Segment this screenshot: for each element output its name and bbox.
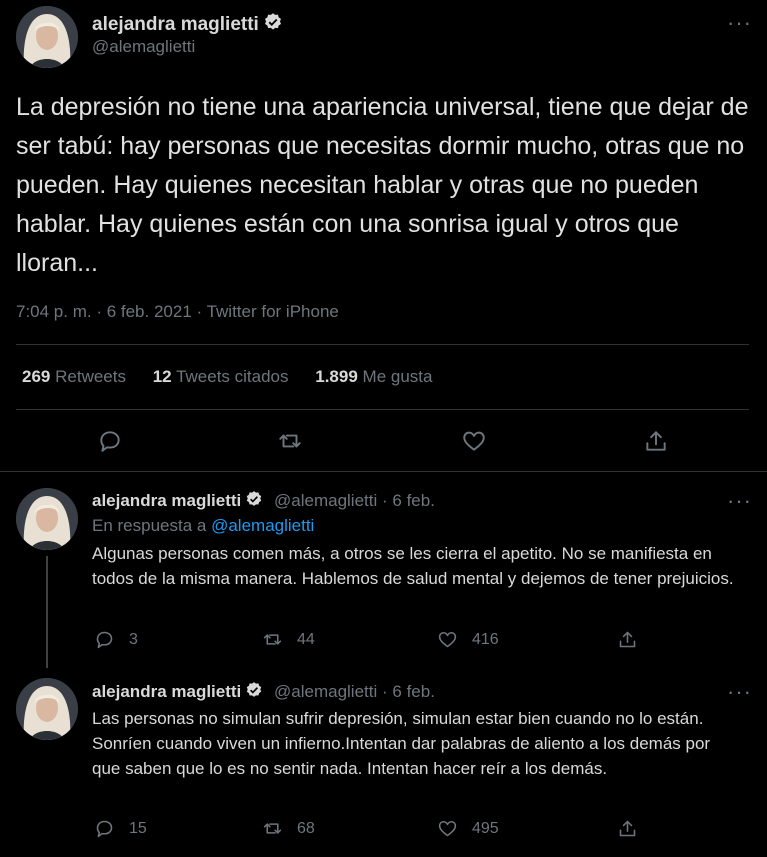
- author-handle[interactable]: @alemaglietti: [274, 491, 377, 510]
- author-handle[interactable]: @alemaglietti: [92, 37, 195, 57]
- likes-label: Me gusta: [362, 367, 433, 386]
- like-button[interactable]: 495: [437, 818, 499, 839]
- author-name-text[interactable]: alejandra maglietti: [92, 14, 259, 35]
- author-name[interactable]: alejandra maglietti: [92, 491, 241, 510]
- author-name[interactable]: alejandra maglietti: [92, 12, 283, 38]
- share-icon: [619, 820, 636, 837]
- tweet-text: La depresión no tiene una apariencia uni…: [16, 93, 749, 277]
- verified-badge-icon: [245, 490, 263, 513]
- more-options-icon[interactable]: ···: [727, 490, 752, 512]
- retweet-icon[interactable]: [277, 428, 303, 454]
- retweets-count: 269: [22, 367, 51, 386]
- heart-icon: [438, 820, 457, 837]
- replies-count: 15: [129, 819, 147, 837]
- retweets-count: 44: [297, 630, 315, 648]
- more-options-icon[interactable]: ···: [727, 12, 752, 34]
- avatar[interactable]: [16, 678, 78, 740]
- like-button[interactable]: 416: [437, 629, 499, 650]
- retweet-icon: [263, 634, 282, 645]
- quotes-label: Tweets citados: [176, 367, 289, 386]
- retweet-button[interactable]: 44: [262, 629, 315, 650]
- share-button[interactable]: [617, 629, 652, 650]
- likes-count: 416: [472, 630, 499, 648]
- likes-count: 495: [472, 819, 499, 837]
- reply-to-mention[interactable]: @alemaglietti: [211, 516, 314, 535]
- reply-header: alejandra maglietti @alemaglietti · 6 fe…: [92, 490, 435, 513]
- reply-button[interactable]: 15: [94, 818, 147, 839]
- retweets-label: Retweets: [55, 367, 126, 386]
- share-icon: [619, 631, 636, 648]
- divider: [16, 409, 749, 410]
- share-icon[interactable]: [643, 428, 669, 454]
- divider: [0, 471, 767, 472]
- more-options-icon[interactable]: ···: [727, 681, 752, 703]
- avatar[interactable]: [16, 488, 78, 550]
- separator: ·: [382, 681, 388, 701]
- tweet-date[interactable]: 6 feb.: [392, 491, 435, 510]
- comment-icon: [96, 631, 113, 649]
- quotes-count: 12: [152, 367, 172, 386]
- tweet-date[interactable]: 6 feb.: [392, 682, 435, 701]
- reply-text: Algunas personas comen más, a otros se l…: [92, 544, 734, 588]
- comment-icon[interactable]: [97, 428, 123, 454]
- heart-icon: [438, 631, 457, 648]
- likes-count: 1.899: [315, 367, 358, 386]
- retweets-count: 68: [297, 819, 315, 837]
- reply-prefix: En respuesta a: [92, 516, 207, 535]
- separator: ·: [382, 490, 388, 510]
- verified-badge-icon: [245, 681, 263, 704]
- reply-to: En respuesta a @alemaglietti: [92, 516, 314, 536]
- author-name[interactable]: alejandra maglietti: [92, 682, 241, 701]
- heart-icon[interactable]: [461, 428, 487, 454]
- retweet-icon: [263, 823, 282, 834]
- quotes-stat[interactable]: 12 Tweets citados: [153, 367, 289, 386]
- likes-stat[interactable]: 1.899 Me gusta: [315, 367, 432, 386]
- comment-icon: [96, 820, 113, 838]
- tweet-stats: 269 Retweets 12 Tweets citados 1.899 Me …: [22, 367, 454, 387]
- reply-text: Las personas no simulan sufrir depresión…: [92, 709, 711, 778]
- verified-badge-icon: [263, 12, 283, 38]
- tweet-meta[interactable]: 7:04 p. m. · 6 feb. 2021 · Twitter for i…: [16, 302, 339, 322]
- reply-button[interactable]: 3: [94, 629, 138, 650]
- retweets-stat[interactable]: 269 Retweets: [22, 367, 126, 386]
- share-button[interactable]: [617, 818, 652, 839]
- retweet-button[interactable]: 68: [262, 818, 315, 839]
- reply-header: alejandra maglietti @alemaglietti · 6 fe…: [92, 681, 435, 704]
- replies-count: 3: [129, 630, 138, 648]
- author-handle[interactable]: @alemaglietti: [274, 682, 377, 701]
- divider: [16, 344, 749, 345]
- avatar[interactable]: [16, 6, 78, 68]
- thread-line: [46, 556, 48, 668]
